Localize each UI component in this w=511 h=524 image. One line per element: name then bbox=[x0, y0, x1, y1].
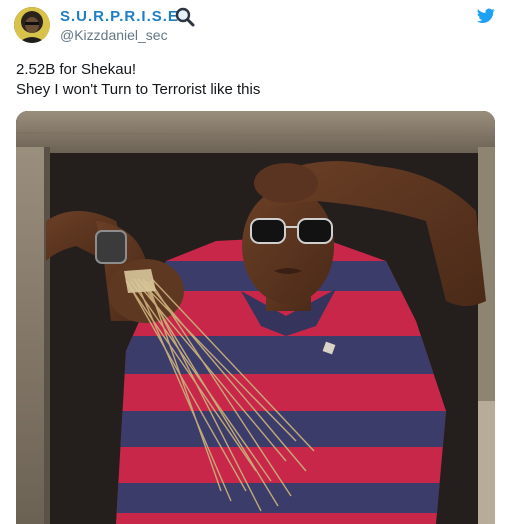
user-handle[interactable]: @Kizzdaniel_sec bbox=[60, 27, 168, 43]
tweet-text-line-2: Shey I won't Turn to Terrorist like this bbox=[16, 81, 261, 98]
tweet-text-line-1: 2.52B for Shekau! bbox=[16, 61, 137, 78]
display-name[interactable]: S.U.R.P.R.I.S.E bbox=[60, 8, 179, 25]
tweet-photo[interactable] bbox=[16, 111, 495, 524]
avatar[interactable] bbox=[14, 7, 50, 43]
twitter-bird-icon[interactable] bbox=[477, 8, 495, 24]
tweet-card: S.U.R.P.R.I.S.E @Kizzdaniel_sec 2.52B fo… bbox=[0, 0, 511, 524]
magnifier-icon bbox=[175, 7, 195, 27]
tweet-text: 2.52B for Shekau! Shey I won't Turn to T… bbox=[16, 60, 495, 100]
